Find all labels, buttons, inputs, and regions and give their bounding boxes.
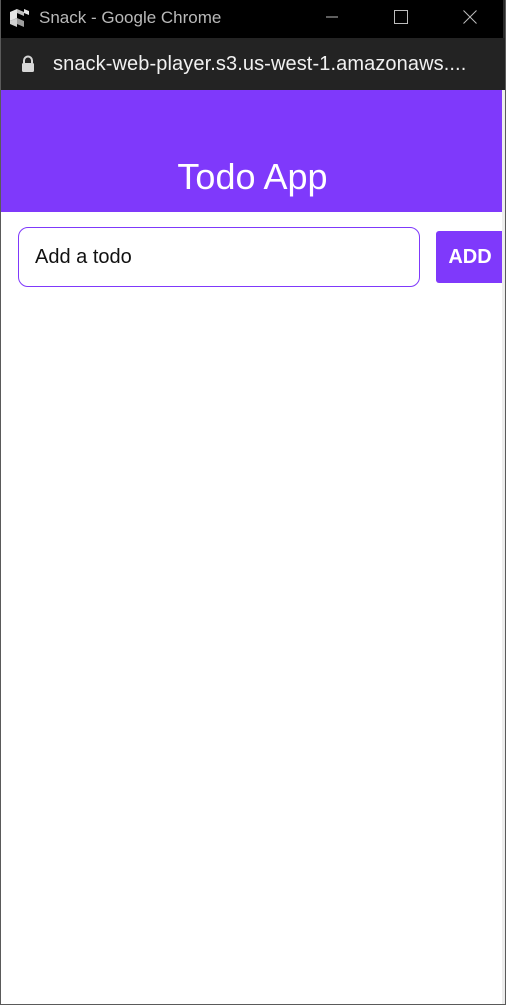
todo-input[interactable] xyxy=(18,227,420,287)
app-header: Todo App xyxy=(1,90,504,212)
maximize-button[interactable] xyxy=(378,0,424,38)
minimize-button[interactable] xyxy=(309,0,355,38)
app-viewport: Todo App ADD xyxy=(1,90,504,1004)
add-todo-button[interactable]: ADD xyxy=(436,231,504,283)
snack-logo-icon xyxy=(8,6,32,30)
background-window-edge xyxy=(502,90,505,1004)
page-title: Todo App xyxy=(177,156,328,197)
lock-icon[interactable] xyxy=(20,55,36,73)
title-bar[interactable]: Snack - Google Chrome xyxy=(1,0,505,38)
browser-window: Snack - Google Chrome snack-web-player.s… xyxy=(0,0,506,1005)
address-bar[interactable]: snack-web-player.s3.us-west-1.amazonaws.… xyxy=(1,38,505,90)
url-text[interactable]: snack-web-player.s3.us-west-1.amazonaws.… xyxy=(53,53,466,76)
todo-list xyxy=(1,300,504,1000)
minimize-icon xyxy=(325,10,339,29)
maximize-icon xyxy=(394,9,408,29)
window-title: Snack - Google Chrome xyxy=(39,8,222,27)
close-icon xyxy=(463,9,477,29)
close-button[interactable] xyxy=(447,0,493,38)
